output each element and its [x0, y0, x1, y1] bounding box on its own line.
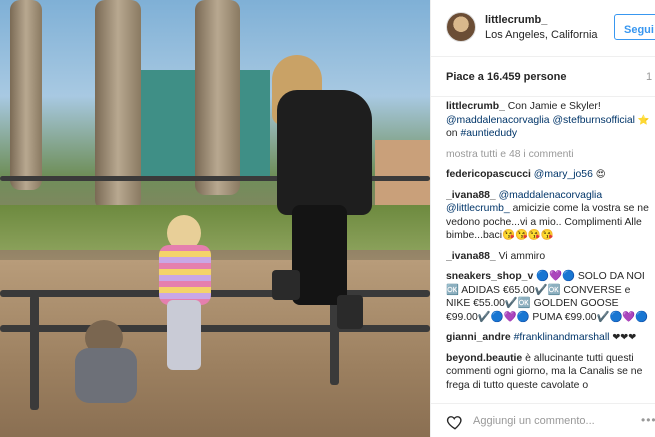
more-options-icon[interactable]: ••• — [641, 413, 655, 427]
comment-username[interactable]: sneakers_shop_v — [446, 271, 533, 282]
comment-text: Vi ammiro — [498, 250, 546, 262]
mention-link[interactable]: @stefburnsofficial — [552, 115, 635, 126]
post-header: littlecrumb_ Los Angeles, California Seg… — [431, 0, 655, 57]
comment-item: _ivana88_ @maddalenacorvaglia @littlecru… — [446, 189, 651, 243]
likes-count[interactable]: Piace a 16.459 persone — [446, 71, 566, 83]
mention-link[interactable]: @mary_jo56 — [534, 169, 593, 180]
comment-text: ❤❤❤ — [612, 332, 637, 343]
caption: littlecrumb_ Con Jamie e Skyler! @maddal… — [446, 100, 651, 141]
post-side-panel: littlecrumb_ Los Angeles, California Seg… — [430, 0, 655, 437]
comment-footer: Aggiungi un commento... ••• — [431, 403, 655, 437]
heart-icon[interactable] — [446, 413, 464, 431]
comment-item: sneakers_shop_v 🔵💜🔵 SOLO DA NOI 🆗 ADIDAS… — [446, 270, 651, 324]
photo-child-standing — [155, 215, 215, 390]
follow-button[interactable]: Segui — [614, 14, 655, 40]
photo-woman — [262, 55, 382, 335]
mention-link[interactable]: @maddalenacorvaglia — [499, 190, 603, 201]
post-time: 1 — [646, 71, 653, 83]
comment-item: federicopascucci @mary_jo56 😍 — [446, 168, 651, 182]
comment-item: gianni_andre #franklinandmarshall ❤❤❤ — [446, 331, 651, 345]
caption-text: Con Jamie e Skyler! — [507, 101, 601, 112]
show-all-comments-link[interactable]: mostra tutti e 48 i commenti — [446, 148, 651, 162]
photo-child-sitting — [70, 320, 160, 410]
comment-username[interactable]: littlecrumb_ — [446, 101, 505, 112]
comment-username[interactable]: beyond.beautie — [446, 353, 522, 364]
avatar[interactable] — [446, 12, 476, 42]
comment-username[interactable]: _ivana88_ — [446, 251, 496, 262]
post-photo[interactable] — [0, 0, 430, 437]
mention-link[interactable]: @maddalenacorvaglia — [446, 115, 550, 126]
photo-palm-trunk — [195, 0, 240, 195]
photo-palm-trunk — [10, 0, 42, 190]
comment-username[interactable]: _ivana88_ — [446, 190, 496, 201]
post-location[interactable]: Los Angeles, California — [485, 29, 598, 41]
comment-username[interactable]: federicopascucci — [446, 169, 531, 180]
add-comment-input[interactable]: Aggiungi un commento... — [473, 415, 595, 427]
comment-username[interactable]: gianni_andre — [446, 332, 511, 343]
caption-on-text: on — [446, 128, 458, 139]
hashtag-link[interactable]: #franklinandmarshall — [514, 332, 610, 343]
likes-row: Piace a 16.459 persone 1 — [431, 57, 655, 97]
mention-link[interactable]: @littlecrumb_ — [446, 203, 510, 214]
comments-list: littlecrumb_ Con Jamie e Skyler! @maddal… — [446, 100, 651, 402]
comment-item: _ivana88_ Vi ammiro — [446, 250, 651, 264]
photo-beam-post — [30, 295, 39, 410]
comment-item: beyond.beautie è allucinante tutti quest… — [446, 352, 651, 393]
post-username[interactable]: littlecrumb_ — [485, 14, 547, 26]
comment-text: 😍 — [595, 169, 606, 180]
photo-building — [375, 140, 430, 210]
star-icon: ⭐ — [637, 114, 650, 126]
hashtag-link[interactable]: #auntiedudy — [460, 128, 517, 139]
